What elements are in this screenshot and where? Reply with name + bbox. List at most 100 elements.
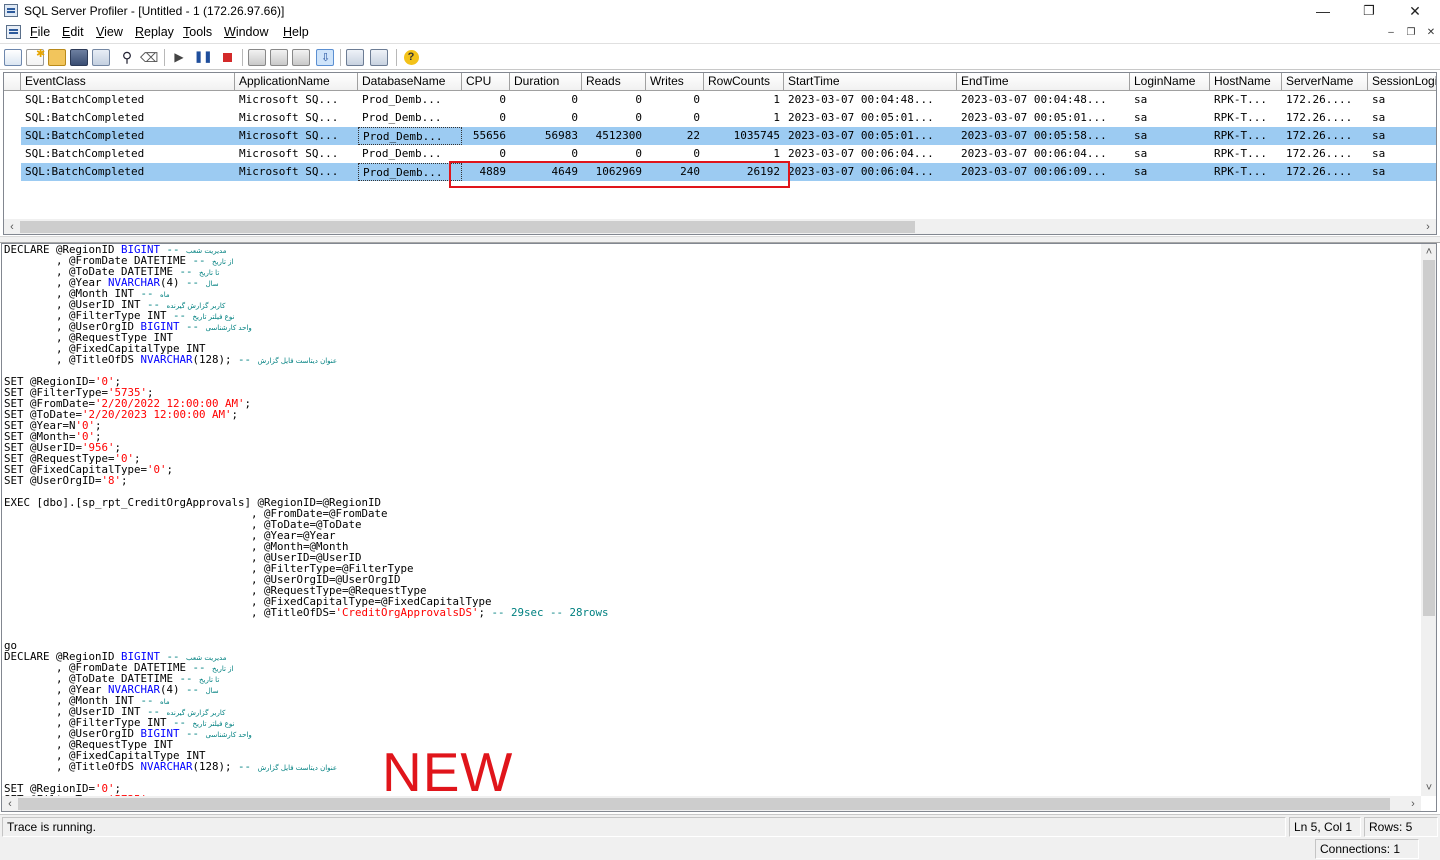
close-button[interactable]: ✕ <box>1392 0 1438 22</box>
cell-starttime[interactable]: 2023-03-07 00:04:48... <box>784 91 957 109</box>
minimize-button[interactable]: — <box>1300 0 1346 22</box>
cell-databasename[interactable]: Prod_Demb... <box>358 163 462 181</box>
cell-cpu[interactable]: 0 <box>462 91 510 109</box>
open-icon[interactable] <box>48 49 66 66</box>
column-header-sessionlogin[interactable]: SessionLogin <box>1368 73 1436 91</box>
text-scroll-right-arrow-icon[interactable]: › <box>1405 796 1421 811</box>
cell-writes[interactable]: 22 <box>646 127 704 145</box>
menu-tools[interactable]: Tools <box>183 25 212 39</box>
column-header-duration[interactable]: Duration <box>510 73 582 91</box>
cell-servername[interactable]: 172.26.... <box>1282 127 1368 145</box>
cell-applicationname[interactable]: Microsoft SQ... <box>235 109 358 127</box>
menu-edit[interactable]: Edit <box>62 25 84 39</box>
cell-applicationname[interactable]: Microsoft SQ... <box>235 91 358 109</box>
new-trace-icon[interactable] <box>4 49 22 66</box>
mdi-minimize-button[interactable]: – <box>1384 26 1398 39</box>
cell-reads[interactable]: 4512300 <box>582 127 646 145</box>
table-row[interactable]: SQL:BatchCompleted Microsoft SQ... Prod_De… <box>4 127 1436 145</box>
row-selector[interactable] <box>4 127 21 145</box>
column-header-writes[interactable]: Writes <box>646 73 704 91</box>
cell-cpu[interactable]: 55656 <box>462 127 510 145</box>
cell-hostname[interactable]: RPK-T... <box>1210 91 1282 109</box>
cell-applicationname[interactable]: Microsoft SQ... <box>235 145 358 163</box>
scroll-down-arrow-icon[interactable]: ˅ <box>1421 780 1436 796</box>
auto-scroll-icon[interactable] <box>248 49 266 66</box>
pane-splitter[interactable] <box>0 236 1440 243</box>
properties2-icon[interactable] <box>270 49 288 66</box>
cell-duration[interactable]: 0 <box>510 109 582 127</box>
cell-loginname[interactable]: sa <box>1130 109 1210 127</box>
stop-icon[interactable] <box>218 49 236 66</box>
column-header-servername[interactable]: ServerName <box>1282 73 1368 91</box>
cell-starttime[interactable]: 2023-03-07 00:06:04... <box>784 145 957 163</box>
scroll-right-arrow-icon[interactable]: › <box>1420 219 1436 234</box>
text-scroll-thumb[interactable] <box>1423 260 1435 616</box>
cell-endtime[interactable]: 2023-03-07 00:05:58... <box>957 127 1130 145</box>
help-icon[interactable]: ? <box>402 49 420 66</box>
row-selector[interactable] <box>4 91 21 109</box>
cell-hostname[interactable]: RPK-T... <box>1210 127 1282 145</box>
column-header-rowcounts[interactable]: RowCounts <box>704 73 784 91</box>
cell-endtime[interactable]: 2023-03-07 00:06:04... <box>957 145 1130 163</box>
clear-icon[interactable]: ⌫ <box>140 49 158 66</box>
cell-loginname[interactable]: sa <box>1130 127 1210 145</box>
column-header-starttime[interactable]: StartTime <box>784 73 957 91</box>
cell-endtime[interactable]: 2023-03-07 00:05:01... <box>957 109 1130 127</box>
column-header-cpu[interactable]: CPU <box>462 73 510 91</box>
column-header-eventclass[interactable]: EventClass <box>21 73 235 91</box>
row-selector[interactable] <box>4 163 21 181</box>
cell-servername[interactable]: 172.26.... <box>1282 145 1368 163</box>
cell-sessionlogin[interactable]: sa <box>1368 145 1436 163</box>
cell-applicationname[interactable]: Microsoft SQ... <box>235 163 358 181</box>
cell-databasename[interactable]: Prod_Demb... <box>358 127 462 145</box>
cell-eventclass[interactable]: SQL:BatchCompleted <box>21 109 235 127</box>
cell-writes[interactable]: 0 <box>646 109 704 127</box>
new-template-icon[interactable]: ✱ <box>26 48 45 66</box>
column-header-applicationname[interactable]: ApplicationName <box>235 73 358 91</box>
cell-loginname[interactable]: sa <box>1130 91 1210 109</box>
menu-window[interactable]: Window <box>224 25 268 39</box>
properties-icon[interactable] <box>92 49 110 66</box>
text-horizontal-scrollbar[interactable]: ‹ › <box>2 796 1421 811</box>
cell-servername[interactable]: 172.26.... <box>1282 163 1368 181</box>
cell-hostname[interactable]: RPK-T... <box>1210 109 1282 127</box>
cell-loginname[interactable]: sa <box>1130 145 1210 163</box>
menu-replay[interactable]: Replay <box>135 25 174 39</box>
pause-icon[interactable]: ❚❚ <box>194 49 212 66</box>
cell-eventclass[interactable]: SQL:BatchCompleted <box>21 127 235 145</box>
table-row[interactable]: SQL:BatchCompleted Microsoft SQ... Prod_De… <box>4 109 1436 127</box>
chart-icon[interactable] <box>370 49 388 66</box>
grid-scroll-thumb[interactable] <box>20 221 915 233</box>
cell-cpu[interactable]: 0 <box>462 109 510 127</box>
cell-eventclass[interactable]: SQL:BatchCompleted <box>21 163 235 181</box>
cell-sessionlogin[interactable]: sa <box>1368 163 1436 181</box>
cell-sessionlogin[interactable]: sa <box>1368 109 1436 127</box>
column-header-databasename[interactable]: DatabaseName <box>358 73 462 91</box>
cell-duration[interactable]: 0 <box>510 91 582 109</box>
menu-file[interactable]: File <box>30 25 50 39</box>
cell-starttime[interactable]: 2023-03-07 00:05:01... <box>784 109 957 127</box>
cell-eventclass[interactable]: SQL:BatchCompleted <box>21 91 235 109</box>
cell-writes[interactable]: 0 <box>646 91 704 109</box>
text-scroll-left-arrow-icon[interactable]: ‹ <box>2 796 18 811</box>
scroll-up-arrow-icon[interactable]: ˄ <box>1421 244 1436 260</box>
cell-loginname[interactable]: sa <box>1130 163 1210 181</box>
cell-databasename[interactable]: Prod_Demb... <box>358 109 462 127</box>
cell-hostname[interactable]: RPK-T... <box>1210 163 1282 181</box>
column-header-endtime[interactable]: EndTime <box>957 73 1130 91</box>
event-text-pane[interactable]: DECLARE @RegionID BIGINT -- مدیریت شعب ,… <box>1 243 1437 812</box>
menu-help[interactable]: Help <box>283 25 309 39</box>
row-selector[interactable] <box>4 109 21 127</box>
cell-hostname[interactable]: RPK-T... <box>1210 145 1282 163</box>
cell-databasename[interactable]: Prod_Demb... <box>358 145 462 163</box>
column-header-hostname[interactable]: HostName <box>1210 73 1282 91</box>
cell-rowcounts[interactable]: 1 <box>704 91 784 109</box>
trace-grid[interactable]: EventClass ApplicationName DatabaseName CPU… <box>3 72 1437 235</box>
row-selector[interactable] <box>4 145 21 163</box>
find-icon[interactable]: ⚲ <box>118 49 136 66</box>
cell-sessionlogin[interactable]: sa <box>1368 127 1436 145</box>
cell-servername[interactable]: 172.26.... <box>1282 91 1368 109</box>
cell-endtime[interactable]: 2023-03-07 00:06:09... <box>957 163 1130 181</box>
cell-servername[interactable]: 172.26.... <box>1282 109 1368 127</box>
document-icon[interactable] <box>6 25 21 39</box>
